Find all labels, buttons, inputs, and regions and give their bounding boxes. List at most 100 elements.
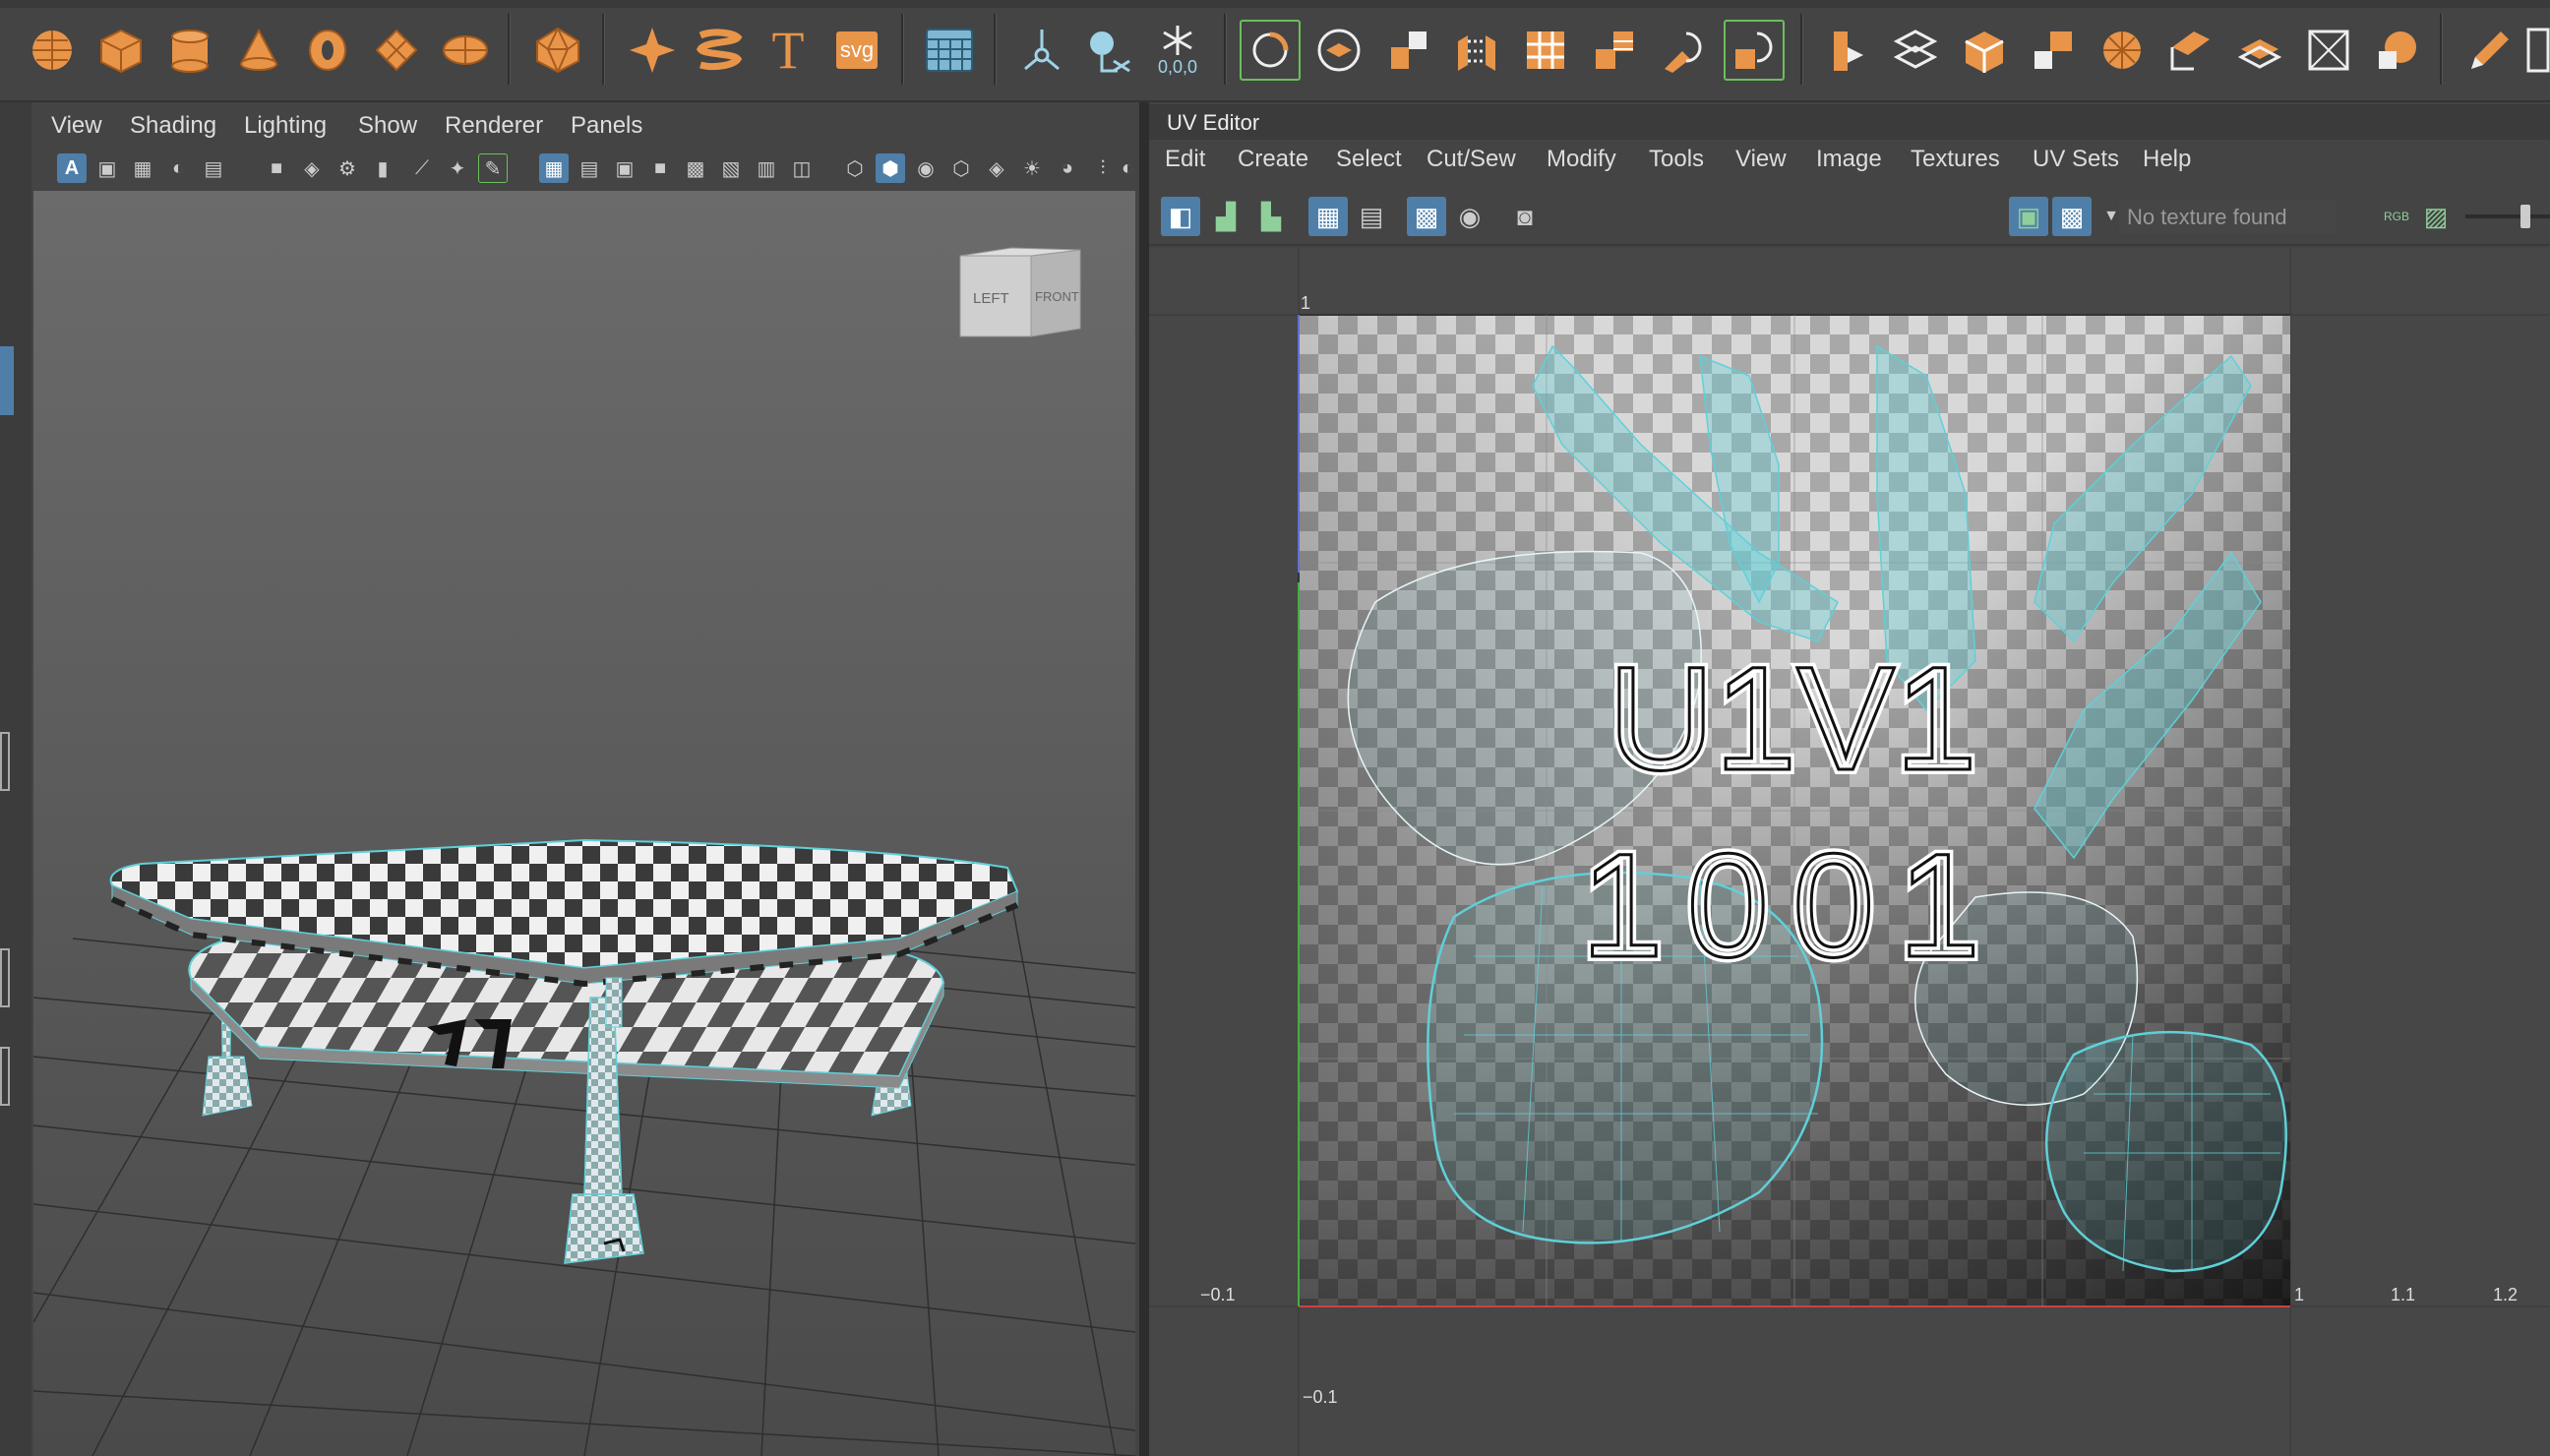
grid-icon[interactable]: [919, 20, 980, 81]
retopo-icon[interactable]: [1885, 20, 1946, 81]
texture-select[interactable]: No texture found: [2119, 199, 2336, 234]
field-chart-icon[interactable]: ▮: [368, 153, 397, 183]
platonic-icon[interactable]: [527, 20, 588, 81]
plane-icon[interactable]: [366, 20, 427, 81]
frame-icon[interactable]: [2298, 20, 2359, 81]
extrude-icon[interactable]: [1308, 20, 1369, 81]
panel-divider[interactable]: [1139, 102, 1149, 1456]
exposure-slider[interactable]: [2465, 205, 2550, 228]
uv-checker-icon[interactable]: ▩: [2052, 197, 2092, 236]
layout-button[interactable]: [0, 732, 10, 791]
pivot-icon[interactable]: [1011, 20, 1072, 81]
wireframe-icon[interactable]: ▦: [539, 153, 569, 183]
uv-snapshot-icon[interactable]: ◙: [1505, 197, 1545, 236]
select-icon[interactable]: [1240, 20, 1301, 81]
uv-shell-icon[interactable]: ◧: [1161, 197, 1200, 236]
texture-icon[interactable]: [2229, 20, 2290, 81]
safe-action-icon[interactable]: ⟋: [407, 153, 437, 183]
mirror-icon[interactable]: [1653, 20, 1714, 81]
uv-menu-textures[interactable]: Textures: [1911, 146, 2000, 173]
camera-attr-icon[interactable]: ▣: [92, 153, 122, 183]
grid-toggle-icon[interactable]: ▤: [575, 153, 604, 183]
uv-exposure-icon[interactable]: ▨: [2416, 197, 2456, 236]
measure-icon[interactable]: [1078, 20, 1139, 81]
cone-icon[interactable]: [228, 20, 289, 81]
separate-icon[interactable]: [1584, 20, 1645, 81]
menu-shading[interactable]: Shading: [130, 112, 216, 140]
torus-icon[interactable]: [297, 20, 358, 81]
uv-menu-create[interactable]: Create: [1238, 146, 1308, 173]
uv-overlap-icon[interactable]: ▙: [1251, 197, 1291, 236]
light-icon[interactable]: ☀: [1017, 153, 1047, 183]
gate-mask-icon[interactable]: ⚙: [333, 153, 362, 183]
uv-pixel-snap-icon[interactable]: ▤: [1352, 197, 1391, 236]
overflow-icon[interactable]: ◐: [1120, 153, 1135, 183]
unfold-icon[interactable]: [1954, 20, 2015, 81]
uv-image-display-icon[interactable]: ▣: [2009, 197, 2048, 236]
shelf-overflow-icon[interactable]: [2524, 20, 2550, 81]
menu-panels[interactable]: Panels: [571, 112, 642, 140]
wire-shaded-icon[interactable]: ⬡: [840, 153, 870, 183]
cylinder-icon[interactable]: [159, 20, 220, 81]
safe-title-icon[interactable]: ✦: [443, 153, 472, 183]
pencil-icon[interactable]: [2459, 20, 2520, 81]
checker-icon[interactable]: ◈: [982, 153, 1011, 183]
smooth-shade-icon[interactable]: ▣: [610, 153, 639, 183]
uv-menu-modify[interactable]: Modify: [1547, 146, 1616, 173]
menu-show[interactable]: Show: [358, 112, 417, 140]
bridge-icon[interactable]: [1446, 20, 1507, 81]
disc-icon[interactable]: [435, 20, 496, 81]
helix-icon[interactable]: [689, 20, 750, 81]
viewcube[interactable]: LEFT FRONT: [959, 247, 1081, 337]
sweep-icon[interactable]: [622, 20, 683, 81]
uv-distortion-icon[interactable]: ▟: [1206, 197, 1245, 236]
rgb-channel-icon[interactable]: RGB: [2377, 197, 2416, 236]
uv-menu-view[interactable]: View: [1735, 146, 1787, 173]
boolean-icon[interactable]: [1724, 20, 1785, 81]
image-plane-icon[interactable]: ◐: [163, 153, 193, 183]
resolution-gate-icon[interactable]: ◈: [297, 153, 327, 183]
uv-menu-cut-sew[interactable]: Cut/Sew: [1427, 146, 1516, 173]
sew-icon[interactable]: [2160, 20, 2221, 81]
2d-pan-icon[interactable]: ▤: [199, 153, 228, 183]
flat-shade-icon[interactable]: ■: [645, 153, 675, 183]
uv-shaded-icon[interactable]: ◉: [1450, 197, 1489, 236]
uv-viewport[interactable]: U1V1 U1V1 1001 1001 1 −0.1 1 1.1 1.2 −0.…: [1149, 248, 2550, 1456]
bookmark-icon[interactable]: ▦: [128, 153, 157, 183]
uv-menu-help[interactable]: Help: [2143, 146, 2191, 173]
freeze-icon[interactable]: 0,0,0: [1147, 20, 1208, 81]
text-icon[interactable]: T: [758, 20, 819, 81]
cut-icon[interactable]: [2092, 20, 2153, 81]
all-lights-icon[interactable]: ⬡: [946, 153, 976, 183]
combine-icon[interactable]: [1515, 20, 1576, 81]
xray-icon[interactable]: ◫: [787, 153, 817, 183]
perspective-viewport[interactable]: LEFT FRONT: [33, 191, 1135, 1456]
select-camera-icon[interactable]: A: [57, 153, 87, 183]
shaded-icon[interactable]: ⬢: [876, 153, 905, 183]
menu-lighting[interactable]: Lighting: [244, 112, 327, 140]
uv-menu-uv-sets[interactable]: UV Sets: [2033, 146, 2119, 173]
uv-checker-grid-icon[interactable]: ▩: [1407, 197, 1446, 236]
uv-grid-icon[interactable]: ▦: [1308, 197, 1348, 236]
layout-button[interactable]: [0, 1047, 10, 1106]
exposure-slider-handle[interactable]: [2520, 205, 2530, 228]
sphere-icon[interactable]: [22, 20, 83, 81]
motion-blur-icon[interactable]: ⫶: [1088, 153, 1118, 183]
menu-renderer[interactable]: Renderer: [445, 112, 543, 140]
film-gate-icon[interactable]: ■: [262, 153, 291, 183]
smooth-icon[interactable]: [1816, 20, 1877, 81]
layout-button[interactable]: [0, 948, 10, 1007]
isolate-icon[interactable]: ✎: [478, 153, 508, 183]
textured-icon[interactable]: ▩: [681, 153, 710, 183]
ao-icon[interactable]: ◕: [1053, 153, 1082, 183]
globe-icon[interactable]: [2367, 20, 2428, 81]
menu-view[interactable]: View: [51, 112, 102, 140]
uv-menu-edit[interactable]: Edit: [1165, 146, 1205, 173]
uv-menu-tools[interactable]: Tools: [1649, 146, 1704, 173]
uv-menu-select[interactable]: Select: [1336, 146, 1402, 173]
textures-toggle-icon[interactable]: ◉: [911, 153, 941, 183]
svg-icon[interactable]: svg: [826, 20, 887, 81]
uv-menu-image[interactable]: Image: [1816, 146, 1882, 173]
bevel-icon[interactable]: [1377, 20, 1438, 81]
lights-icon[interactable]: ▧: [716, 153, 746, 183]
